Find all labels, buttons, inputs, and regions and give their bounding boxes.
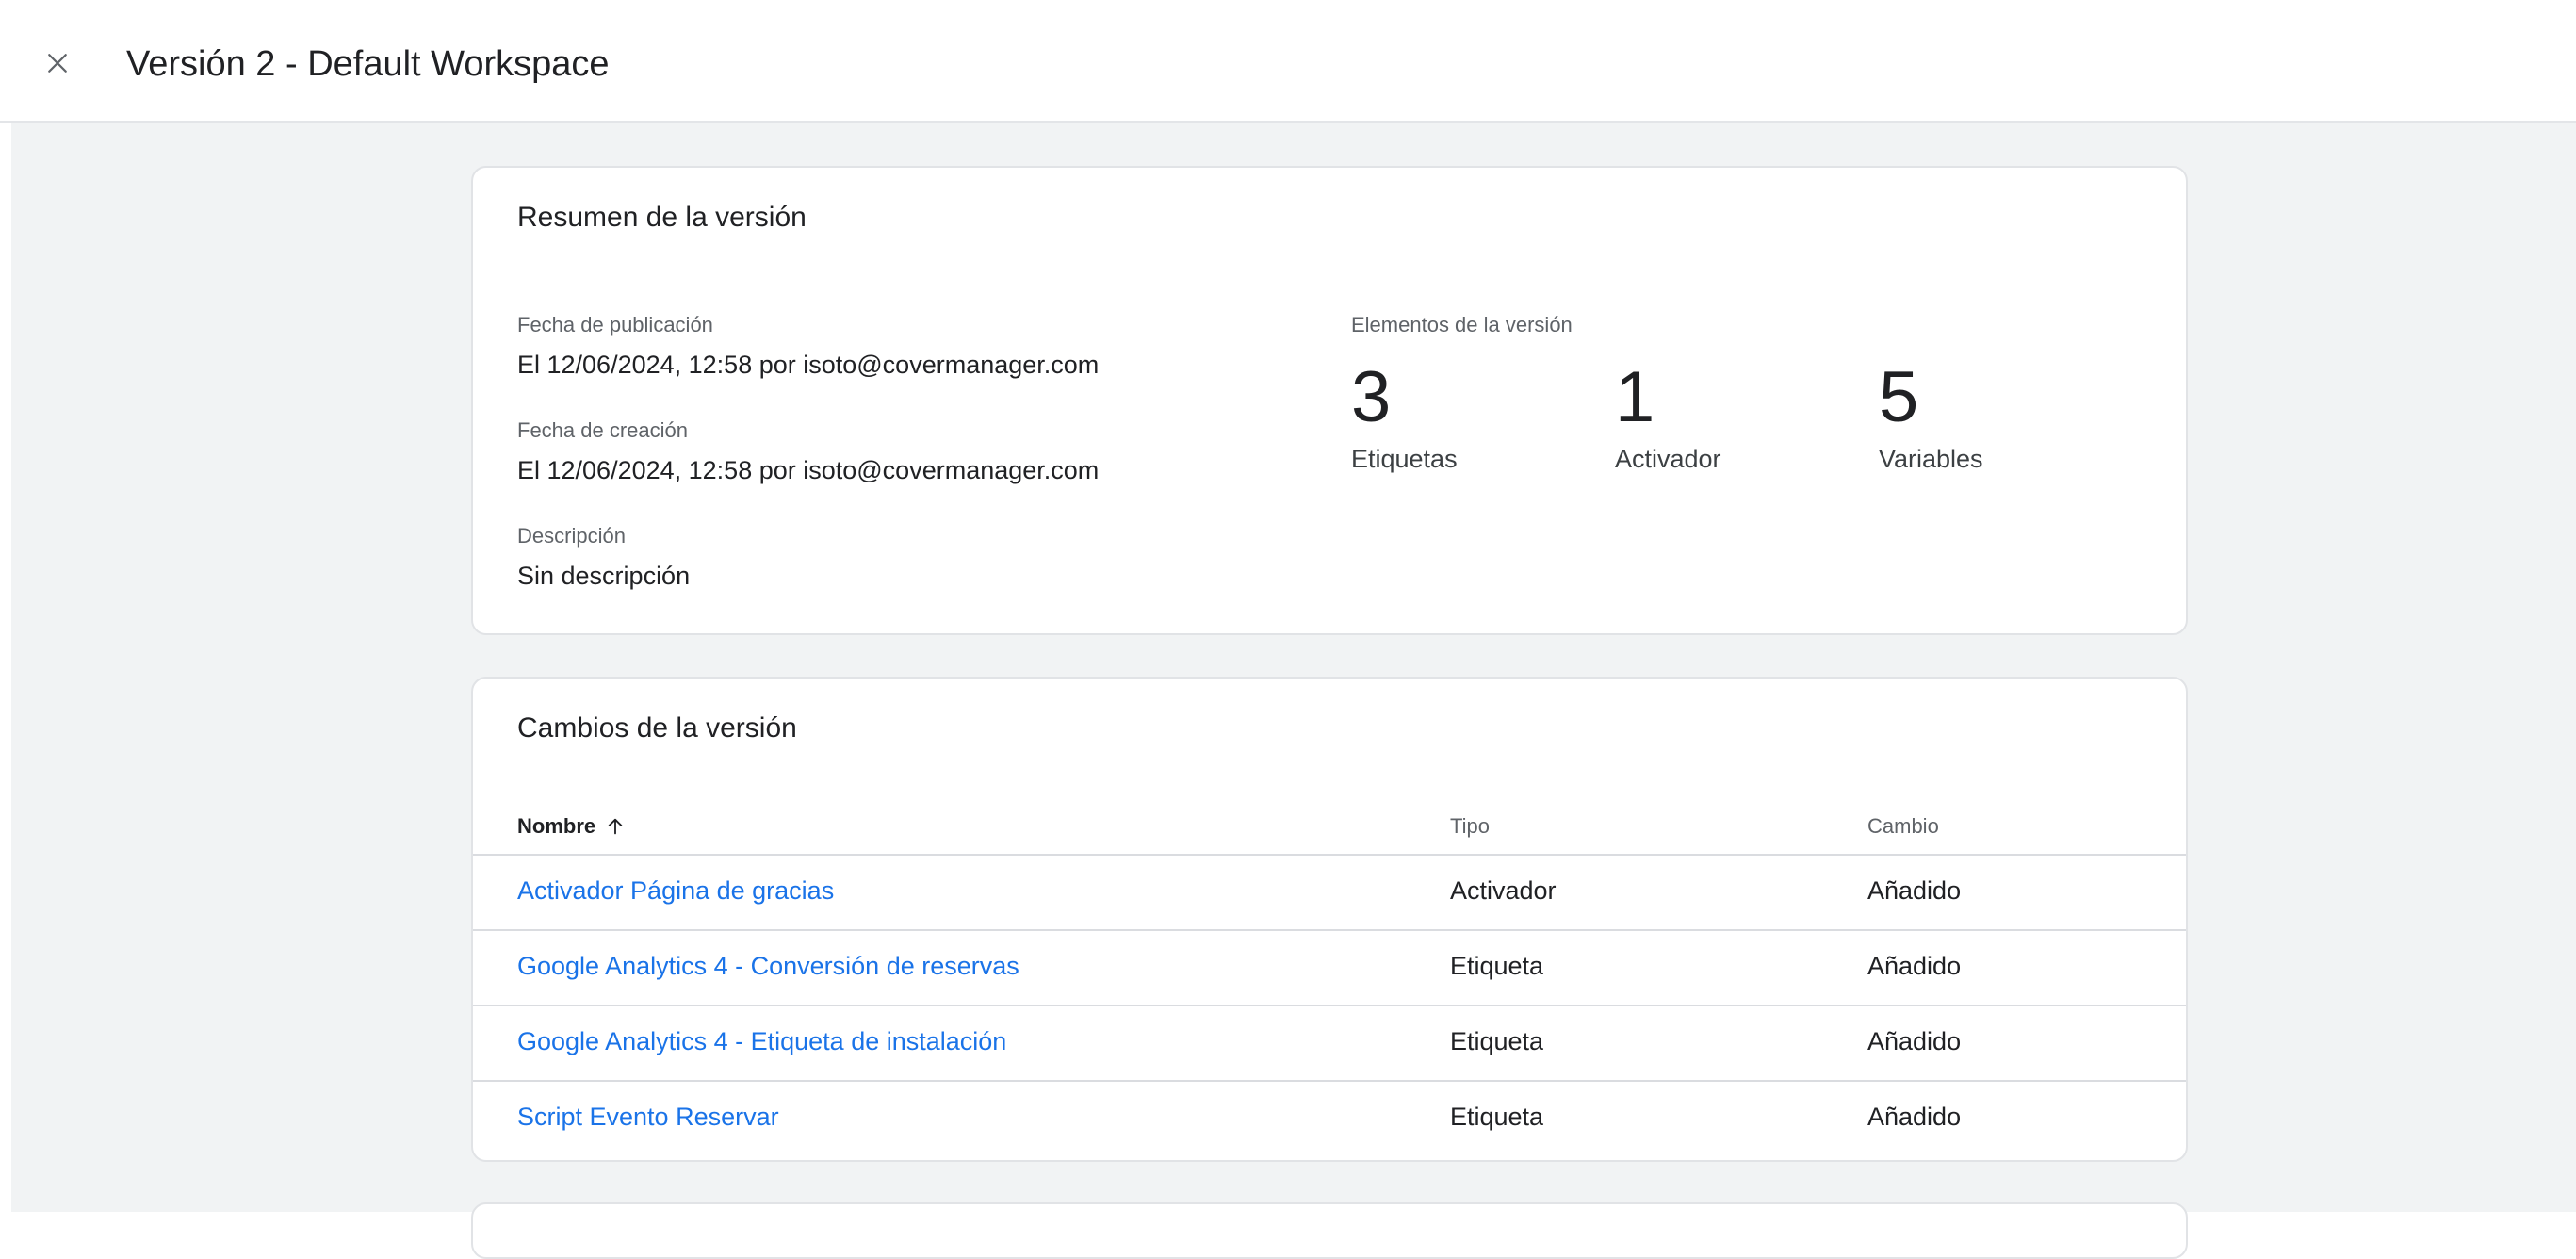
row-name-link[interactable]: Script Evento Reservar (517, 1103, 779, 1132)
version-summary-card: Resumen de la versión Fecha de publicaci… (471, 166, 2188, 635)
row-type: Activador (1450, 876, 1557, 905)
row-change: Añadido (1867, 1103, 1962, 1131)
column-header-change[interactable]: Cambio (1867, 814, 1939, 839)
stat-triggers-label: Activador (1615, 445, 1721, 473)
column-header-name-label: Nombre (517, 814, 596, 838)
arrow-up-icon (608, 818, 623, 835)
page-title: Versión 2 - Default Workspace (126, 44, 610, 84)
top-bar: Versión 2 - Default Workspace (0, 0, 2576, 123)
table-row: Script Evento Reservar Etiqueta Añadido (473, 1082, 2186, 1157)
row-change: Añadido (1867, 1027, 1962, 1055)
row-type: Etiqueta (1450, 1103, 1544, 1131)
row-name-link[interactable]: Google Analytics 4 - Conversión de reser… (517, 952, 1019, 981)
row-name-link[interactable]: Google Analytics 4 - Etiqueta de instala… (517, 1027, 1006, 1056)
published-date-value: El 12/06/2024, 12:58 por isoto@covermana… (517, 351, 1100, 379)
changes-table-header: Nombre Tipo Cambio (473, 799, 2186, 856)
table-row: Activador Página de gracias Activador Añ… (473, 856, 2186, 931)
stat-variables: 5 Variables (1879, 358, 1983, 474)
row-change: Añadido (1867, 952, 1962, 980)
row-type: Etiqueta (1450, 952, 1544, 980)
row-name-link[interactable]: Activador Página de gracias (517, 876, 834, 906)
close-button[interactable] (34, 40, 81, 87)
version-elements-label: Elementos de la versión (1351, 313, 1573, 336)
created-date-value: El 12/06/2024, 12:58 por isoto@covermana… (517, 456, 1100, 484)
changes-title: Cambios de la versión (517, 712, 797, 744)
description-label: Descripción (517, 524, 626, 548)
stat-tags: 3 Etiquetas (1351, 358, 1458, 474)
stat-variables-number: 5 (1879, 357, 1919, 437)
stat-triggers-number: 1 (1615, 357, 1655, 437)
summary-title: Resumen de la versión (517, 202, 807, 233)
created-date-label: Fecha de creación (517, 418, 688, 442)
row-type: Etiqueta (1450, 1027, 1544, 1055)
close-icon (48, 54, 67, 73)
stat-tags-label: Etiquetas (1351, 445, 1458, 473)
column-header-name[interactable]: Nombre (517, 814, 626, 839)
row-change: Añadido (1867, 876, 1962, 905)
published-date-label: Fecha de publicación (517, 313, 713, 336)
description-value: Sin descripción (517, 562, 691, 590)
table-row: Google Analytics 4 - Conversión de reser… (473, 931, 2186, 1006)
column-header-type[interactable]: Tipo (1450, 814, 1490, 839)
stat-variables-label: Variables (1879, 445, 1983, 473)
version-changes-card: Cambios de la versión Nombre Tipo Cambio… (471, 677, 2188, 1162)
table-row: Google Analytics 4 - Etiqueta de instala… (473, 1006, 2186, 1082)
stat-triggers: 1 Activador (1615, 358, 1721, 474)
next-card-partial (471, 1202, 2188, 1259)
stat-tags-number: 3 (1351, 357, 1392, 437)
